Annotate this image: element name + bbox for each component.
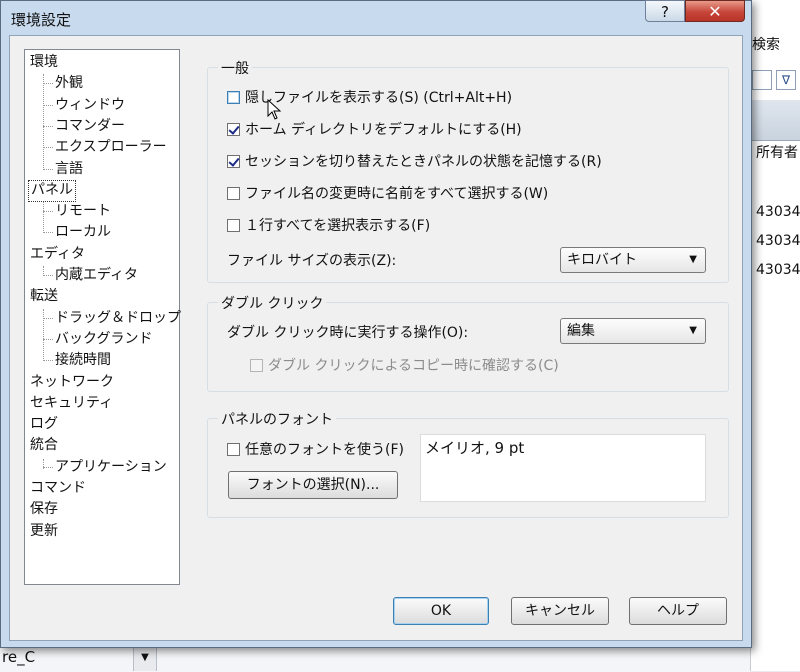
mouse-cursor-icon: [267, 99, 282, 120]
tree-item[interactable]: 転送: [28, 286, 60, 306]
confirm-double-click-copy-checkbox[interactable]: ダブル クリックによるコピー時に確認する(C): [250, 356, 559, 376]
window-title: 環境設定: [11, 11, 72, 29]
tree-guide-line: [43, 74, 44, 168]
background-header-band: [752, 100, 800, 141]
double-click-group-label: ダブル クリック: [218, 293, 327, 313]
tree-item[interactable]: ログ: [28, 414, 60, 434]
help-title-button[interactable]: ?: [645, 0, 685, 22]
tree-branch-line: [43, 104, 53, 106]
tree-branch-line: [43, 338, 53, 340]
help-button[interactable]: ヘルプ: [629, 597, 727, 625]
tree-branch-line: [43, 232, 53, 234]
checkbox-box[interactable]: [227, 155, 240, 168]
background-cell: 43034: [756, 262, 800, 278]
tree-item[interactable]: エディタ: [28, 244, 87, 264]
tree-item[interactable]: ネットワーク: [28, 372, 116, 392]
background-status-area: [0, 645, 750, 672]
checkbox-box[interactable]: [227, 123, 240, 136]
tree-branch-line: [43, 168, 53, 170]
background-cell: 43034: [756, 233, 800, 249]
tree-item[interactable]: リモート: [53, 201, 113, 221]
tree-branch-line: [43, 275, 53, 276]
tree-item[interactable]: 環境: [28, 52, 60, 72]
select-font-button[interactable]: フォントの選択(N)...: [228, 471, 398, 499]
file-size-label: ファイル サイズの表示(Z):: [227, 253, 397, 269]
tree-item[interactable]: バックグランド: [53, 329, 154, 349]
background-column-owner: 所有者: [756, 145, 798, 161]
checkbox-box[interactable]: [227, 443, 240, 456]
chevron-down-icon: ▼: [133, 645, 157, 671]
panel-font-group-label: パネルのフォント: [218, 409, 336, 429]
background-bottom-text: re_C: [2, 648, 36, 666]
tree-item[interactable]: 接続時間: [53, 350, 113, 370]
tree-branch-line: [43, 466, 53, 468]
close-button[interactable]: ✕: [685, 0, 745, 22]
preferences-dialog: 環境設定 ? ✕ 環境 外観 ウィンドウ コマンダー エクスプローラー 言語 パネル リモート…: [0, 0, 752, 648]
checkbox-box[interactable]: [227, 91, 240, 104]
dialog-client-area: 環境 外観 ウィンドウ コマンダー エクスプローラー 言語 パネル リモート ローカル エディタ内…: [9, 35, 743, 641]
tree-branch-line: [43, 317, 53, 319]
tree-item[interactable]: セキュリティ: [28, 393, 115, 413]
checkbox-box[interactable]: [227, 219, 240, 232]
tree-item[interactable]: エクスプローラー: [53, 137, 169, 157]
file-size-dropdown[interactable]: キロバイト ▼: [560, 247, 706, 273]
checkbox-box[interactable]: [250, 359, 263, 372]
double-click-action-dropdown[interactable]: 編集 ▼: [560, 318, 706, 344]
tree-branch-line: [43, 125, 53, 127]
tree-item[interactable]: 内蔵エディタ: [53, 265, 140, 285]
cancel-button[interactable]: キャンセル: [511, 597, 609, 625]
tree-item[interactable]: 言語: [53, 159, 85, 179]
tree-branch-line: [43, 147, 53, 149]
tree-branch-line: [43, 211, 53, 213]
chevron-down-icon: ▼: [689, 325, 697, 336]
use-custom-font-checkbox[interactable]: 任意のフォントを使う(F): [227, 440, 404, 460]
tree-item[interactable]: ドラッグ＆ドロップ: [53, 308, 183, 328]
tree-item[interactable]: アプリケーション: [53, 457, 169, 477]
ok-button[interactable]: OK: [393, 597, 489, 625]
full-row-select-checkbox[interactable]: １行すべてを選択表示する(F): [227, 216, 430, 236]
checkbox-box[interactable]: [227, 187, 240, 200]
tree-item[interactable]: パネル: [28, 179, 76, 202]
filter-icon: ∇: [776, 70, 796, 90]
tree-branch-line: [43, 360, 53, 362]
tree-guide-line: [43, 202, 44, 233]
select-full-name-checkbox[interactable]: ファイル名の変更時に名前をすべて選択する(W): [227, 184, 548, 204]
background-toolbar-button: [752, 70, 772, 90]
tree-item[interactable]: 統合: [28, 435, 60, 455]
background-search-label: 検索: [752, 37, 780, 53]
settings-tree[interactable]: 環境 外観 ウィンドウ コマンダー エクスプローラー 言語 パネル リモート ローカル エディタ内…: [24, 49, 183, 585]
tree-item[interactable]: ウィンドウ: [53, 95, 127, 115]
double-click-action-label: ダブル クリック時に実行する操作(O):: [227, 325, 469, 341]
double-click-group: [207, 302, 729, 392]
tree-item[interactable]: ローカル: [53, 222, 113, 242]
tree-branch-line: [43, 83, 53, 85]
title-bar[interactable]: 環境設定 ? ✕: [1, 0, 751, 35]
chevron-down-icon: ▼: [689, 254, 697, 265]
background-cell: 43034: [756, 204, 800, 220]
tree-item[interactable]: 保存: [28, 499, 60, 519]
tree-item[interactable]: コマンド: [28, 478, 88, 498]
tree-item[interactable]: 外観: [53, 73, 85, 93]
tree-item[interactable]: コマンダー: [53, 116, 127, 136]
remember-panel-state-checkbox[interactable]: セッションを切り替えたときパネルの状態を記憶する(R): [227, 152, 602, 172]
font-preview: メイリオ, 9 pt: [420, 434, 706, 502]
general-group-label: 一般: [218, 58, 252, 78]
home-directory-default-checkbox[interactable]: ホーム ディレクトリをデフォルトにする(H): [227, 120, 522, 140]
tree-item[interactable]: 更新: [28, 521, 60, 541]
